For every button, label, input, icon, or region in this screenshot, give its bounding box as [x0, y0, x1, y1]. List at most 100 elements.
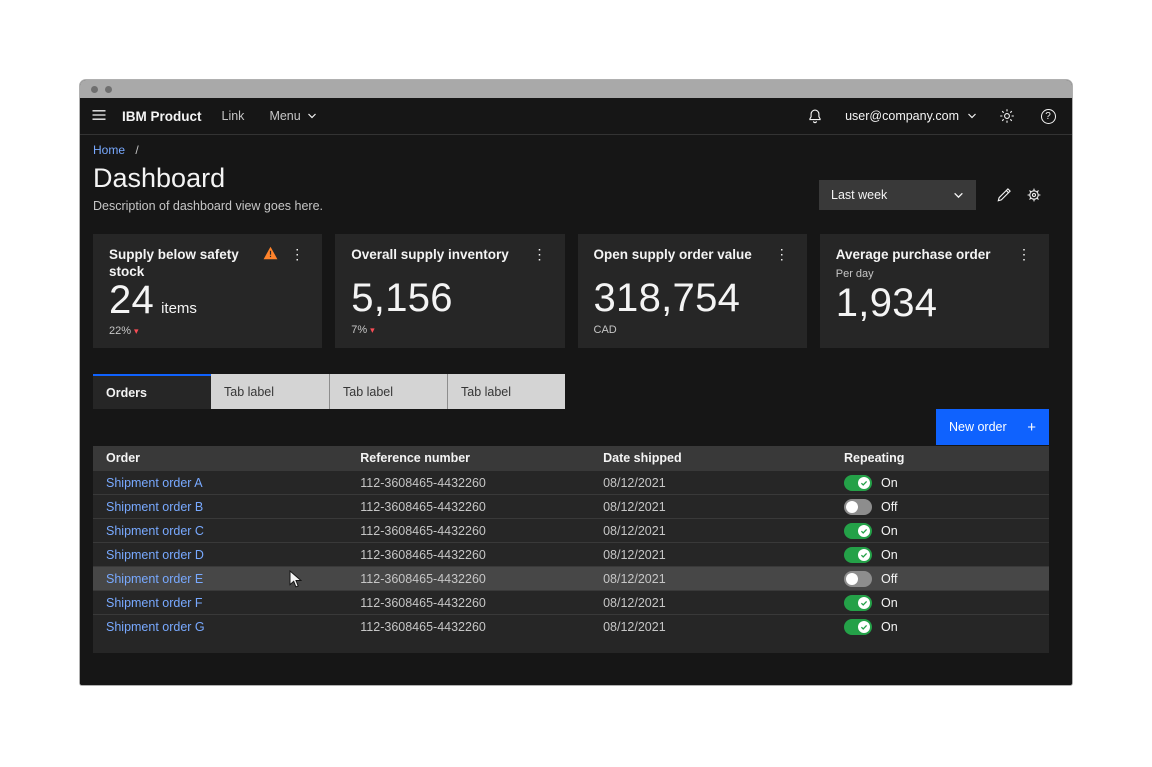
window-control-dot[interactable]	[105, 86, 112, 93]
toggle-label: On	[881, 548, 898, 562]
metric-card-overall-supply-inventory: Overall supply inventory ⋮ 5,156 7% ▾	[335, 234, 564, 348]
repeating-toggle[interactable]	[844, 619, 872, 635]
time-range-dropdown[interactable]: Last week	[819, 180, 976, 210]
order-link[interactable]: Shipment order G	[106, 620, 205, 634]
breadcrumb: Home /	[93, 143, 323, 158]
repeating-cell: Off	[831, 571, 1049, 587]
nav-menu[interactable]: Menu	[269, 109, 316, 123]
orders-table: Order Reference number Date shipped Repe…	[93, 446, 1049, 653]
toggle-label: On	[881, 596, 898, 610]
overflow-menu-icon[interactable]: ⋮	[1015, 246, 1033, 262]
caret-down-icon: ▾	[370, 326, 375, 335]
theme-switch-button[interactable]	[996, 105, 1018, 127]
page-content: Home / Dashboard Description of dashboar…	[80, 135, 1072, 685]
overflow-menu-icon[interactable]: ⋮	[773, 246, 791, 262]
check-icon	[860, 551, 868, 559]
order-link[interactable]: Shipment order F	[106, 596, 203, 610]
metric-card-open-supply-order-value: Open supply order value ⋮ 318,754 CAD	[578, 234, 807, 348]
column-header-date[interactable]: Date shipped	[590, 451, 831, 465]
page-title: Dashboard	[93, 163, 323, 193]
reference-cell: 112-3608465-4432260	[347, 572, 590, 586]
metric-cards: Supply below safety stock ⋮ 24 items 22%…	[93, 234, 1049, 348]
toggle-knob	[858, 525, 870, 537]
window-control-dot[interactable]	[91, 86, 98, 93]
toggle-label: Off	[881, 500, 897, 514]
app-header: IBM Product Link Menu user@company.com	[80, 98, 1072, 135]
table-toolbar: New order +	[93, 409, 1049, 446]
caret-down-icon: ▾	[134, 327, 139, 336]
window-titlebar	[80, 80, 1072, 98]
help-icon: ?	[1041, 109, 1056, 124]
warning-icon	[263, 246, 278, 265]
repeating-toggle[interactable]	[844, 595, 872, 611]
overflow-menu-icon[interactable]: ⋮	[531, 246, 549, 262]
card-footer	[836, 328, 1033, 337]
menu-hamburger-button[interactable]	[80, 98, 118, 135]
table-row[interactable]: Shipment order F 112-3608465-4432260 08/…	[93, 590, 1049, 614]
card-header: Open supply order value ⋮	[594, 246, 791, 263]
sun-icon	[999, 108, 1015, 124]
check-icon	[860, 527, 868, 535]
card-title: Average purchase order Per day	[836, 246, 1015, 283]
new-order-button[interactable]: New order +	[936, 409, 1049, 445]
help-button[interactable]: ?	[1037, 105, 1059, 127]
edit-button[interactable]	[989, 180, 1019, 210]
table-row[interactable]: Shipment order C 112-3608465-4432260 08/…	[93, 518, 1049, 542]
repeating-toggle[interactable]	[844, 475, 872, 491]
toggle-label: On	[881, 620, 898, 634]
notifications-button[interactable]	[804, 105, 826, 127]
table-row[interactable]: Shipment order G 112-3608465-4432260 08/…	[93, 614, 1049, 638]
reference-cell: 112-3608465-4432260	[347, 476, 590, 490]
toggle-knob	[858, 597, 870, 609]
settings-gear-icon	[1026, 187, 1042, 203]
overflow-menu-icon[interactable]: ⋮	[288, 246, 306, 262]
toggle-knob	[858, 477, 870, 489]
page-description: Description of dashboard view goes here.	[93, 199, 323, 214]
page-header: Home / Dashboard Description of dashboar…	[93, 135, 1049, 214]
card-footer: 7% ▾	[351, 323, 548, 337]
settings-button[interactable]	[1019, 180, 1049, 210]
repeating-toggle[interactable]	[844, 547, 872, 563]
order-link[interactable]: Shipment order A	[106, 476, 203, 490]
date-cell: 08/12/2021	[590, 476, 831, 490]
user-account-menu[interactable]: user@company.com	[845, 109, 977, 123]
repeating-toggle[interactable]	[844, 499, 872, 515]
order-link[interactable]: Shipment order B	[106, 500, 203, 514]
repeating-toggle[interactable]	[844, 523, 872, 539]
reference-cell: 112-3608465-4432260	[347, 524, 590, 538]
table-row[interactable]: Shipment order A 112-3608465-4432260 08/…	[93, 470, 1049, 494]
hamburger-icon	[91, 107, 107, 126]
reference-cell: 112-3608465-4432260	[347, 596, 590, 610]
toggle-label: On	[881, 476, 898, 490]
breadcrumb-home-link[interactable]: Home	[93, 143, 125, 157]
edit-pencil-icon	[996, 187, 1012, 203]
chevron-down-icon	[953, 190, 964, 201]
content-tabs: Orders Tab label Tab label Tab label	[93, 374, 1049, 409]
order-link[interactable]: Shipment order C	[106, 524, 204, 538]
tab-label-2[interactable]: Tab label	[329, 374, 447, 409]
table-row-hovered[interactable]: Shipment order E 112-3608465-4432260 08/…	[93, 566, 1049, 590]
breadcrumb-separator: /	[135, 143, 138, 157]
column-header-order[interactable]: Order	[93, 451, 347, 465]
date-cell: 08/12/2021	[590, 524, 831, 538]
table-row[interactable]: Shipment order D 112-3608465-4432260 08/…	[93, 542, 1049, 566]
chevron-down-icon	[307, 111, 317, 121]
repeating-cell: On	[831, 523, 1049, 539]
column-header-reference[interactable]: Reference number	[347, 451, 590, 465]
product-name[interactable]: IBM Product	[122, 109, 202, 124]
card-value: 24 items	[109, 280, 306, 320]
tab-label-1[interactable]: Tab label	[211, 374, 329, 409]
check-icon	[860, 599, 868, 607]
table-row[interactable]: Shipment order B 112-3608465-4432260 08/…	[93, 494, 1049, 518]
plus-icon: +	[1027, 420, 1036, 435]
reference-cell: 112-3608465-4432260	[347, 548, 590, 562]
column-header-repeating[interactable]: Repeating	[831, 451, 1049, 465]
order-link[interactable]: Shipment order E	[106, 572, 203, 586]
dropdown-value: Last week	[831, 188, 887, 202]
nav-link[interactable]: Link	[222, 109, 245, 123]
tab-label-3[interactable]: Tab label	[447, 374, 565, 409]
repeating-toggle[interactable]	[844, 571, 872, 587]
order-link[interactable]: Shipment order D	[106, 548, 204, 562]
toggle-knob	[846, 501, 858, 513]
tab-orders[interactable]: Orders	[93, 374, 211, 409]
